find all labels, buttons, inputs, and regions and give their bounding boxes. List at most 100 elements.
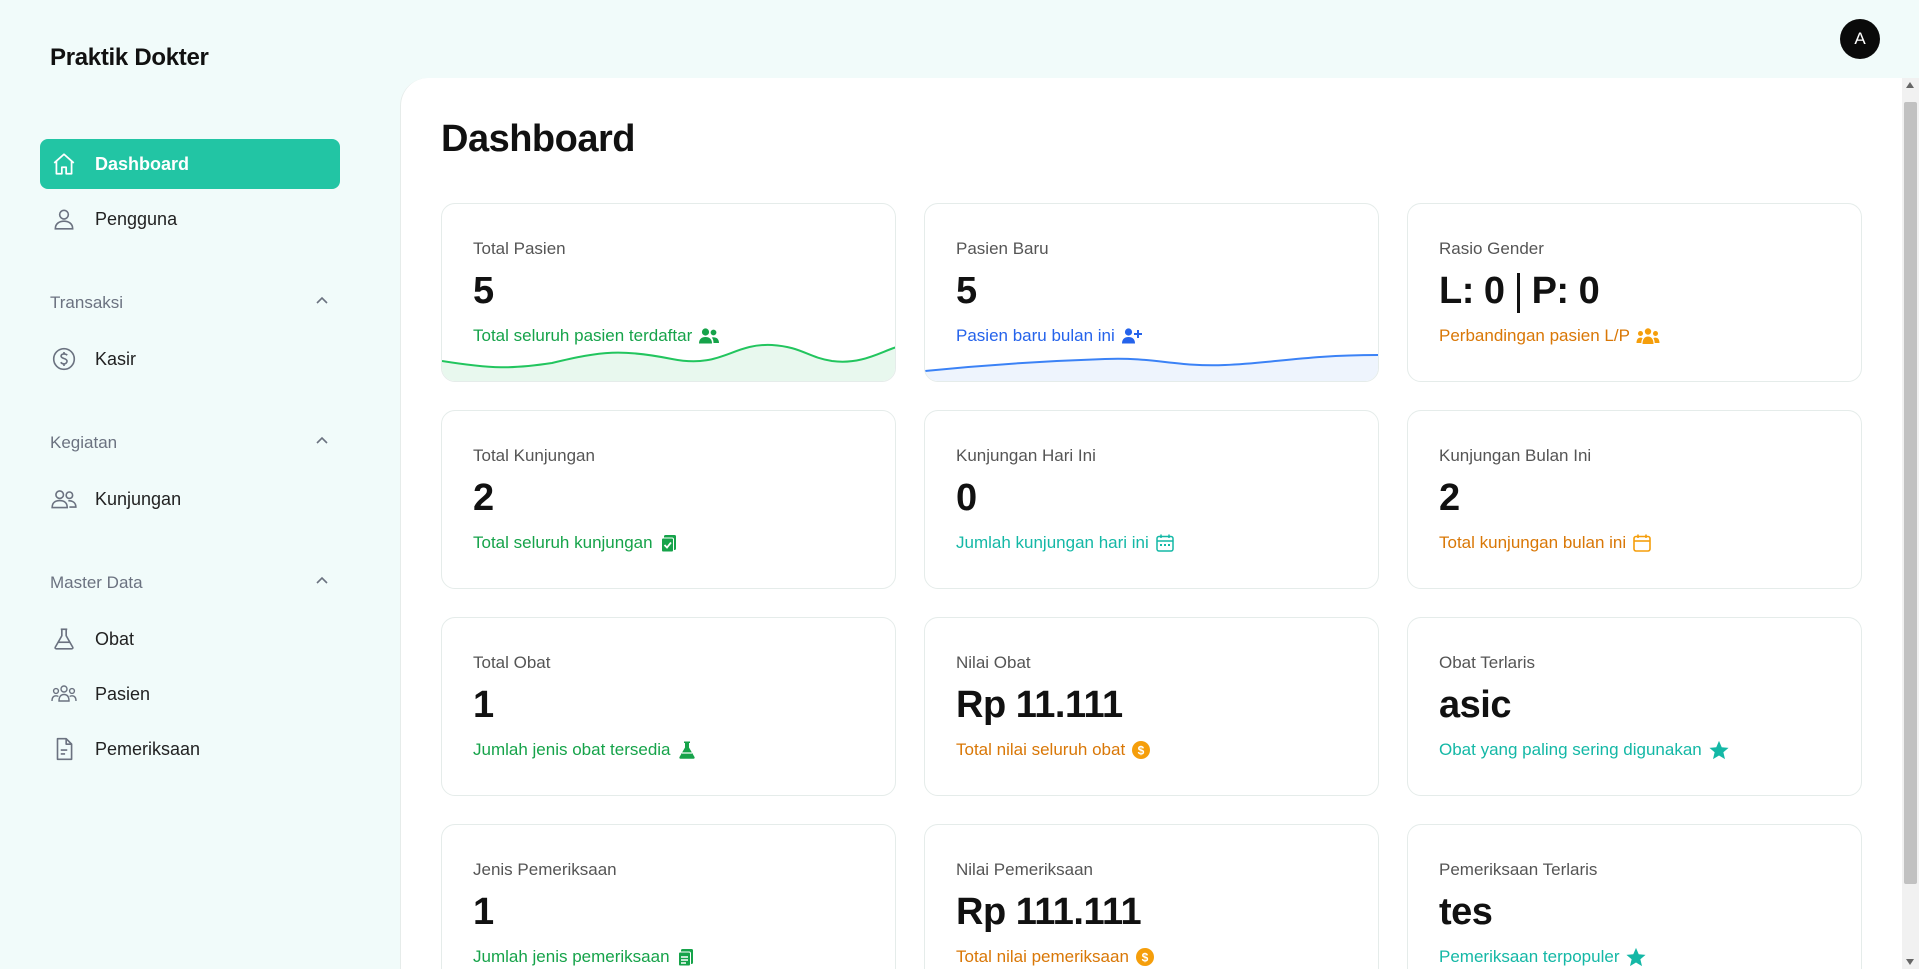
coin-icon: $ xyxy=(1131,740,1151,760)
users-icon xyxy=(50,485,78,513)
card-subtitle-text: Perbandingan pasien L/P xyxy=(1439,326,1630,345)
scroll-down-arrow-icon[interactable] xyxy=(1906,959,1914,965)
card-label: Jenis Pemeriksaan xyxy=(473,860,617,879)
main-content: Dashboard Total Pasien 5 Total seluruh p… xyxy=(400,78,1902,969)
sidebar-item-label: Kasir xyxy=(95,348,137,369)
card-subtitle: Total kunjungan bulan ini xyxy=(1439,533,1652,553)
svg-text:$: $ xyxy=(1142,951,1149,965)
user-avatar[interactable]: A xyxy=(1840,19,1880,59)
card-kunjungan-bulan-ini: Kunjungan Bulan Ini 2 Total kunjungan bu… xyxy=(1407,410,1862,589)
card-label: Nilai Pemeriksaan xyxy=(956,860,1093,879)
coin-icon: $ xyxy=(1135,947,1155,967)
card-label: Nilai Obat xyxy=(956,653,1031,672)
sidebar-item-kasir[interactable]: Kasir xyxy=(40,334,340,384)
sidebar-item-label: Dashboard xyxy=(95,153,190,174)
card-subtitle-text: Total seluruh kunjungan xyxy=(473,533,653,552)
card-value: 5 xyxy=(956,270,977,312)
section-master-data-toggle[interactable]: Master Data xyxy=(50,570,330,596)
sparkline-blue xyxy=(925,354,1378,381)
scroll-up-arrow-icon[interactable] xyxy=(1906,82,1914,88)
gender-separator xyxy=(1516,272,1520,313)
card-subtitle-text: Total kunjungan bulan ini xyxy=(1439,533,1627,552)
card-total-obat: Total Obat 1 Jumlah jenis obat tersedia xyxy=(441,617,896,796)
scrollbar-thumb[interactable] xyxy=(1904,102,1917,884)
card-label: Kunjungan Bulan Ini xyxy=(1439,446,1592,465)
calendar-day-icon xyxy=(1155,533,1175,553)
sidebar-item-label: Kunjungan xyxy=(95,488,182,509)
dollar-circle-icon xyxy=(50,345,78,373)
card-subtitle: Total nilai pemeriksaan $ xyxy=(956,947,1155,967)
flask-icon xyxy=(50,625,78,653)
card-label: Rasio Gender xyxy=(1439,239,1544,258)
section-title: Transaksi xyxy=(50,293,124,312)
chevron-up-icon xyxy=(314,573,330,594)
card-value: L: 0 P: 0 xyxy=(1439,270,1600,313)
chevron-up-icon xyxy=(314,293,330,314)
star-icon xyxy=(1625,947,1647,967)
calendar-icon xyxy=(1632,533,1652,553)
svg-text:$: $ xyxy=(1138,744,1145,758)
card-label: Kunjungan Hari Ini xyxy=(956,446,1096,465)
sidebar-item-pengguna[interactable]: Pengguna xyxy=(40,194,340,244)
card-subtitle-text: Total nilai seluruh obat xyxy=(956,740,1126,759)
card-subtitle-text: Total nilai pemeriksaan xyxy=(956,947,1129,966)
card-label: Pasien Baru xyxy=(956,239,1049,258)
card-subtitle-text: Obat yang paling sering digunakan xyxy=(1439,740,1702,759)
card-subtitle: Obat yang paling sering digunakan xyxy=(1439,740,1730,760)
card-value: 1 xyxy=(473,684,494,726)
sparkline-green xyxy=(442,343,895,381)
gender-male-value: L: 0 xyxy=(1439,270,1505,312)
sidebar-item-kunjungan[interactable]: Kunjungan xyxy=(40,474,340,524)
clipboard-check-icon xyxy=(659,533,679,553)
card-label: Pemeriksaan Terlaris xyxy=(1439,860,1598,879)
card-subtitle-text: Pemeriksaan terpopuler xyxy=(1439,947,1620,966)
home-icon xyxy=(50,150,78,178)
card-total-kunjungan: Total Kunjungan 2 Total seluruh kunjunga… xyxy=(441,410,896,589)
card-value: asic xyxy=(1439,684,1511,726)
user-icon xyxy=(50,205,78,233)
card-subtitle: Jumlah kunjungan hari ini xyxy=(956,533,1175,553)
card-jenis-pemeriksaan: Jenis Pemeriksaan 1 Jumlah jenis pemerik… xyxy=(441,824,896,969)
card-obat-terlaris: Obat Terlaris asic Obat yang paling seri… xyxy=(1407,617,1862,796)
card-total-pasien: Total Pasien 5 Total seluruh pasien terd… xyxy=(441,203,896,382)
section-kegiatan-toggle[interactable]: Kegiatan xyxy=(50,430,330,456)
sidebar-item-label: Pengguna xyxy=(95,208,178,229)
card-subtitle: Pemeriksaan terpopuler xyxy=(1439,947,1647,967)
page-title: Dashboard xyxy=(441,118,635,160)
card-nilai-pemeriksaan: Nilai Pemeriksaan Rp 111.111 Total nilai… xyxy=(924,824,1379,969)
card-subtitle: Jumlah jenis obat tersedia xyxy=(473,740,697,760)
card-value: 1 xyxy=(473,891,494,933)
section-title: Kegiatan xyxy=(50,433,118,452)
card-pemeriksaan-terlaris: Pemeriksaan Terlaris tes Pemeriksaan ter… xyxy=(1407,824,1862,969)
card-value: 5 xyxy=(473,270,494,312)
users-group-icon xyxy=(50,680,78,708)
main-scrollbar[interactable] xyxy=(1902,78,1919,969)
card-pasien-baru: Pasien Baru 5 Pasien baru bulan ini xyxy=(924,203,1379,382)
card-value: 2 xyxy=(473,477,494,519)
sidebar-item-pasien[interactable]: Pasien xyxy=(40,669,340,719)
card-subtitle: Total seluruh kunjungan xyxy=(473,533,679,553)
card-label: Obat Terlaris xyxy=(1439,653,1536,672)
card-kunjungan-hari-ini: Kunjungan Hari Ini 0 Jumlah kunjungan ha… xyxy=(924,410,1379,589)
card-subtitle: Jumlah jenis pemeriksaan xyxy=(473,947,696,967)
card-value: 2 xyxy=(1439,477,1460,519)
card-label: Total Pasien xyxy=(473,239,566,258)
sidebar-item-dashboard[interactable]: Dashboard xyxy=(40,139,340,189)
card-nilai-obat: Nilai Obat Rp 11.111 Total nilai seluruh… xyxy=(924,617,1379,796)
sidebar-item-label: Obat xyxy=(95,628,135,649)
brand-title: Praktik Dokter xyxy=(50,44,209,71)
users-group-icon xyxy=(1636,327,1660,345)
sidebar-item-label: Pasien xyxy=(95,683,151,704)
card-value: tes xyxy=(1439,891,1493,933)
card-subtitle-text: Jumlah jenis obat tersedia xyxy=(473,740,671,759)
sidebar-item-pemeriksaan[interactable]: Pemeriksaan xyxy=(40,724,340,774)
card-value: Rp 111.111 xyxy=(956,891,1142,933)
card-subtitle-text: Jumlah jenis pemeriksaan xyxy=(473,947,670,966)
sidebar-item-obat[interactable]: Obat xyxy=(40,614,340,664)
section-transaksi-toggle[interactable]: Transaksi xyxy=(50,290,330,316)
card-subtitle: Total nilai seluruh obat $ xyxy=(956,740,1151,760)
card-subtitle-text: Jumlah kunjungan hari ini xyxy=(956,533,1149,552)
gender-female-value: P: 0 xyxy=(1531,270,1600,312)
document-icon xyxy=(50,735,78,763)
chevron-up-icon xyxy=(314,433,330,454)
